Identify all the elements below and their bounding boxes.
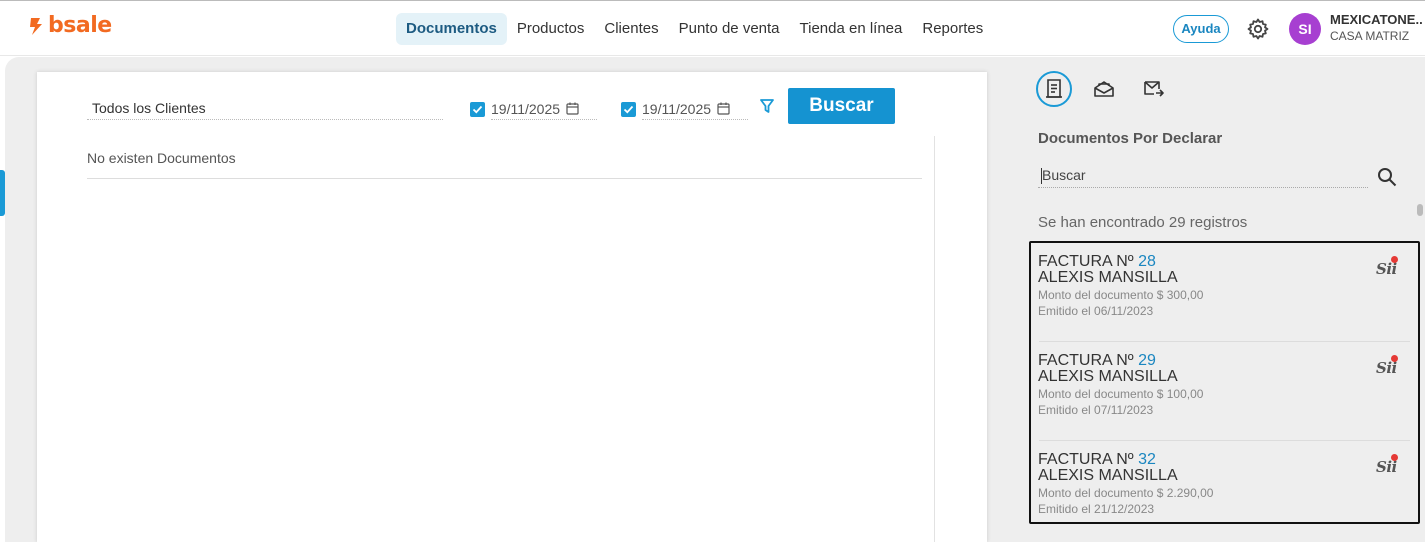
results-divider [87,178,922,179]
avatar[interactable]: SI [1289,13,1321,45]
nav-tienda-en-linea[interactable]: Tienda en línea [790,13,913,45]
document-client: ALEXIS MANSILLA [1038,368,1178,385]
nav-clientes[interactable]: Clientes [594,13,668,45]
client-filter-input[interactable]: Todos los Clientes [87,98,443,120]
document-card[interactable]: FACTURA Nº 32 ALEXIS MANSILLA Monto del … [1031,441,1418,522]
nav-reportes[interactable]: Reportes [912,13,993,45]
sii-badge-icon: Sii [1376,256,1402,280]
document-number[interactable]: 32 [1138,451,1156,468]
documents-search-panel: Todos los Clientes 19/11/2025 19/11/2025… [37,72,987,542]
notification-dot [1391,454,1398,461]
date-from-value: 19/11/2025 [491,100,561,117]
side-search-input[interactable]: Buscar [1038,164,1368,188]
side-drawer-handle[interactable] [0,170,5,216]
help-button[interactable]: Ayuda [1173,15,1229,43]
document-card[interactable]: FACTURA Nº 29 ALEXIS MANSILLA Monto del … [1031,342,1418,441]
date-to-checkbox[interactable] [621,101,636,117]
date-from-checkbox[interactable] [470,101,485,117]
sii-badge-icon: Sii [1376,454,1402,478]
nav-productos[interactable]: Productos [507,13,595,45]
records-found-text: Se han encontrado 29 registros [1038,214,1248,231]
document-date: Emitido el 06/11/2023 [1038,304,1154,318]
text-caret [1041,168,1042,184]
check-icon [623,105,634,113]
document-type-label: FACTURA Nº [1038,253,1134,270]
notification-dot [1391,355,1398,362]
mail-forward-icon [1144,81,1164,97]
document-number[interactable]: 28 [1138,253,1156,270]
date-from-group: 19/11/2025 [470,98,597,120]
sii-badge-icon: Sii [1376,355,1402,379]
date-to-value: 19/11/2025 [642,100,712,117]
document-card[interactable]: FACTURA Nº 28 ALEXIS MANSILLA Monto del … [1031,243,1418,342]
calendar-icon [717,102,730,115]
document-icon [1046,79,1062,98]
side-panel-tabs [1036,71,1172,107]
document-amount: Monto del documento $ 100,00 [1038,387,1204,401]
search-button[interactable]: Buscar [788,88,895,124]
inbox-icon [1094,81,1114,97]
bsale-logo-icon [30,18,42,35]
document-type: FACTURA Nº 28 [1038,254,1156,270]
tab-inbox[interactable] [1086,71,1122,107]
date-to-field[interactable]: 19/11/2025 [642,98,748,120]
filter-icon[interactable] [759,98,775,114]
document-type: FACTURA Nº 29 [1038,353,1156,369]
tab-documents[interactable] [1036,71,1072,107]
check-icon [472,105,483,113]
scrollbar-thumb[interactable] [1417,204,1423,216]
notification-dot [1391,256,1398,263]
gear-icon[interactable] [1246,17,1270,41]
brand-name: bsale [48,13,112,38]
document-type-label: FACTURA Nº [1038,451,1134,468]
document-client: ALEXIS MANSILLA [1038,467,1178,484]
date-to-group: 19/11/2025 [621,98,748,120]
calendar-icon [566,102,579,115]
panel-divider [934,136,935,542]
document-amount: Monto del documento $ 2.290,00 [1038,486,1214,500]
search-icon[interactable] [1376,166,1398,188]
tab-send[interactable] [1136,71,1172,107]
document-type: FACTURA Nº 32 [1038,452,1156,468]
document-date: Emitido el 07/11/2023 [1038,403,1154,417]
document-client: ALEXIS MANSILLA [1038,269,1178,286]
company-info[interactable]: MEXICATONE... CASA MATRIZ [1330,12,1422,43]
document-amount: Monto del documento $ 300,00 [1038,288,1204,302]
main-nav: Documentos Productos Clientes Punto de v… [396,13,993,45]
pending-documents-list: FACTURA Nº 28 ALEXIS MANSILLA Monto del … [1029,241,1420,524]
top-bar: bsale Documentos Productos Clientes Punt… [0,0,1425,56]
company-name: MEXICATONE... [1330,12,1422,27]
empty-results-message: No existen Documentos [87,150,236,166]
nav-punto-de-venta[interactable]: Punto de venta [669,13,790,45]
document-type-label: FACTURA Nº [1038,352,1134,369]
document-date: Emitido el 21/12/2023 [1038,502,1155,516]
nav-documentos[interactable]: Documentos [396,13,507,45]
date-from-field[interactable]: 19/11/2025 [491,98,597,120]
company-branch: CASA MATRIZ [1330,29,1410,43]
document-number[interactable]: 29 [1138,352,1156,369]
bsale-logo[interactable]: bsale [28,15,112,37]
side-panel-title: Documentos Por Declarar [1038,130,1223,147]
